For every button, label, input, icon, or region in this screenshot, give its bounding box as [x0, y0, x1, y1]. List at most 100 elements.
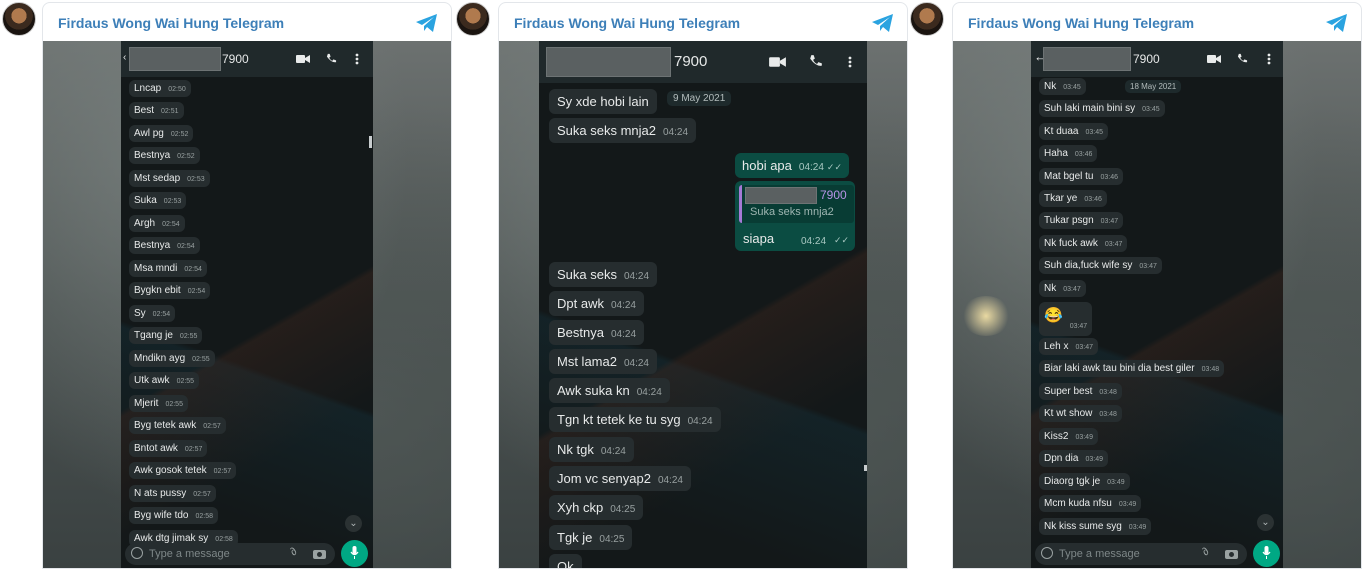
message-bubble[interactable]: Nk kiss sume syg 03:49 [1039, 518, 1152, 535]
message-bubble[interactable]: Byg wife tdo 02:58 [129, 507, 219, 524]
message-bubble[interactable]: Dpn dia 03:49 [1039, 450, 1108, 467]
message-bubble[interactable]: Msa mndi 02:54 [129, 260, 207, 277]
message-bubble[interactable]: Tgang je 02:55 [129, 327, 203, 344]
message-bubble[interactable]: Best 02:51 [129, 102, 184, 119]
attach-icon[interactable]: ∂ [288, 546, 300, 559]
message-text: Kiss2 [1044, 431, 1069, 442]
message-bubble[interactable]: Bestnya 04:24 [549, 320, 645, 345]
reply-bubble[interactable]: 7900 Suka seks mnja2 siapa 04:24 ✓✓ [735, 181, 855, 251]
message-bubble[interactable]: Kt duaa 03:45 [1039, 123, 1109, 140]
message-bubble[interactable]: Nk 03:45 [1039, 78, 1086, 95]
message-bubble[interactable]: Mcm kuda nfsu 03:49 [1039, 495, 1142, 512]
attach-icon[interactable]: ∂ [1200, 546, 1212, 559]
message-bubble[interactable]: Mst sedap 02:53 [129, 170, 210, 187]
message-bubble[interactable]: Haha 03:46 [1039, 145, 1098, 162]
message-bubble[interactable]: Awk suka kn 04:24 [549, 378, 670, 403]
message-input[interactable]: Type a message ∂ [1035, 543, 1247, 565]
message-bubble[interactable]: Super best 03:48 [1039, 383, 1122, 400]
message-bubble[interactable]: Xyh ckp 04:25 [549, 495, 644, 520]
message-text: Tgn kt tetek ke tu syg [557, 412, 681, 427]
channel-title[interactable]: Firdaus Wong Wai Hung Telegram [58, 15, 284, 31]
message-text: Xyh ckp [557, 500, 604, 515]
message-bubble[interactable]: Sy xde hobi lain [549, 89, 657, 114]
message-bubble[interactable]: Suh dia,fuck wife sy 03:47 [1039, 257, 1162, 274]
message-bubble[interactable]: Sy 02:54 [129, 305, 176, 322]
message-bubble[interactable]: Biar laki awk tau bini dia best giler 03:… [1039, 360, 1225, 377]
more-icon[interactable] [355, 53, 359, 65]
chevron-down-icon[interactable]: ⌄ [345, 515, 362, 532]
message-bubble[interactable]: Tkar ye 03:46 [1039, 190, 1107, 207]
message-bubble[interactable]: Bestnya 02:52 [129, 147, 200, 164]
phone-icon[interactable] [809, 54, 823, 68]
phone-icon[interactable] [326, 53, 337, 64]
avatar[interactable] [456, 2, 490, 36]
outgoing-bubble[interactable]: hobi apa 04:24 ✓✓ [735, 153, 850, 178]
message-bubble[interactable]: Diaorg tgk je 03:49 [1039, 473, 1130, 490]
message-bubble[interactable]: Mst lama2 04:24 [549, 349, 657, 374]
message-text: Best [134, 105, 155, 116]
message-bubble[interactable]: Kiss2 03:49 [1039, 428, 1098, 445]
message-bubble[interactable]: Mjerit 02:55 [129, 395, 188, 412]
message-bubble[interactable]: Byg tetek awk 02:57 [129, 417, 226, 434]
date-chip: 18 May 2021 [1125, 80, 1182, 93]
message-bubble[interactable]: Leh x 03:47 [1039, 338, 1098, 355]
channel-title[interactable]: Firdaus Wong Wai Hung Telegram [968, 15, 1194, 31]
message-bubble[interactable]: Mat bgel tu 03:46 [1039, 168, 1124, 185]
more-icon[interactable] [1267, 53, 1271, 65]
message-bubble[interactable]: Lncap 02:50 [129, 80, 191, 97]
telegram-icon[interactable] [415, 12, 439, 34]
message-time: 02:57 [184, 446, 203, 453]
message-bubble[interactable]: Awk gosok tetek 02:57 [129, 462, 237, 479]
emoji-bubble[interactable]: 😂 03:47 [1039, 302, 1093, 336]
message-bubble[interactable]: Suka seks mnja2 04:24 [549, 118, 697, 143]
message-bubble[interactable]: Nk 03:47 [1039, 280, 1086, 297]
message-bubble[interactable]: Tgn kt tetek ke tu syg 04:24 [549, 407, 721, 432]
channel-title[interactable]: Firdaus Wong Wai Hung Telegram [514, 15, 740, 31]
message-bubble[interactable]: Tukar psgn 03:47 [1039, 212, 1124, 229]
message-bubble[interactable]: Nk tgk 04:24 [549, 437, 634, 462]
message-text: Bestnya [134, 240, 171, 251]
message-bubble[interactable]: Utk awk 02:55 [129, 372, 200, 389]
message-bubble[interactable]: Jom vc senyap2 04:24 [549, 466, 691, 491]
message-input[interactable]: Type a message ∂ [125, 543, 335, 565]
avatar[interactable] [2, 2, 36, 36]
quoted-message[interactable]: 7900 Suka seks mnja2 [739, 185, 854, 223]
message-bubble[interactable]: Tgk je 04:25 [549, 525, 633, 550]
message-bubble[interactable]: Nk fuck awk 03:47 [1039, 235, 1128, 252]
message-bubble[interactable]: Bygkn ebit 02:54 [129, 282, 211, 299]
message-bubble[interactable]: Ok [549, 554, 582, 568]
message-bubble[interactable]: Dpt awk 04:24 [549, 291, 644, 316]
message-bubble[interactable]: Kt wt show 03:48 [1039, 405, 1122, 422]
camera-icon[interactable] [1225, 548, 1238, 559]
message-bubble[interactable]: Suka seks 04:24 [549, 262, 658, 287]
message-bubble[interactable]: Mndikn ayg 02:55 [129, 350, 215, 367]
message-bubble[interactable]: Awl pg 02:52 [129, 125, 194, 142]
message-bubble[interactable]: Bntot awk 02:57 [129, 440, 208, 457]
scrollbar[interactable] [864, 465, 867, 471]
phone-icon[interactable] [1237, 53, 1248, 64]
chat-topbar: 7900 [539, 41, 867, 83]
emoji-icon[interactable] [1041, 547, 1053, 559]
camera-icon[interactable] [313, 548, 326, 559]
message-time: 02:55 [176, 378, 195, 385]
mic-icon[interactable] [341, 540, 368, 567]
video-call-icon[interactable] [296, 54, 310, 64]
message-bubble[interactable]: Suh laki main bini sy 03:45 [1039, 100, 1165, 117]
message-bubble[interactable]: N ats pussy 02:57 [129, 485, 216, 502]
quoted-number: 7900 [820, 188, 847, 202]
message-bubble[interactable]: Argh 02:54 [129, 215, 185, 232]
more-icon[interactable] [848, 55, 852, 69]
avatar[interactable] [910, 2, 944, 36]
mic-icon[interactable] [1253, 540, 1280, 567]
emoji-icon[interactable] [131, 547, 143, 559]
message-bubble[interactable]: Suka 02:53 [129, 192, 187, 209]
video-call-icon[interactable] [1207, 54, 1221, 64]
chevron-down-icon[interactable]: ⌄ [1257, 514, 1274, 531]
message-text: siapa [743, 231, 775, 246]
back-arrow-icon[interactable]: ‹ [123, 52, 126, 63]
telegram-icon[interactable] [871, 12, 895, 34]
telegram-icon[interactable] [1325, 12, 1349, 34]
message-bubble[interactable]: Bestnya 02:54 [129, 237, 200, 254]
scrollbar[interactable] [369, 136, 372, 148]
video-call-icon[interactable] [769, 56, 786, 68]
